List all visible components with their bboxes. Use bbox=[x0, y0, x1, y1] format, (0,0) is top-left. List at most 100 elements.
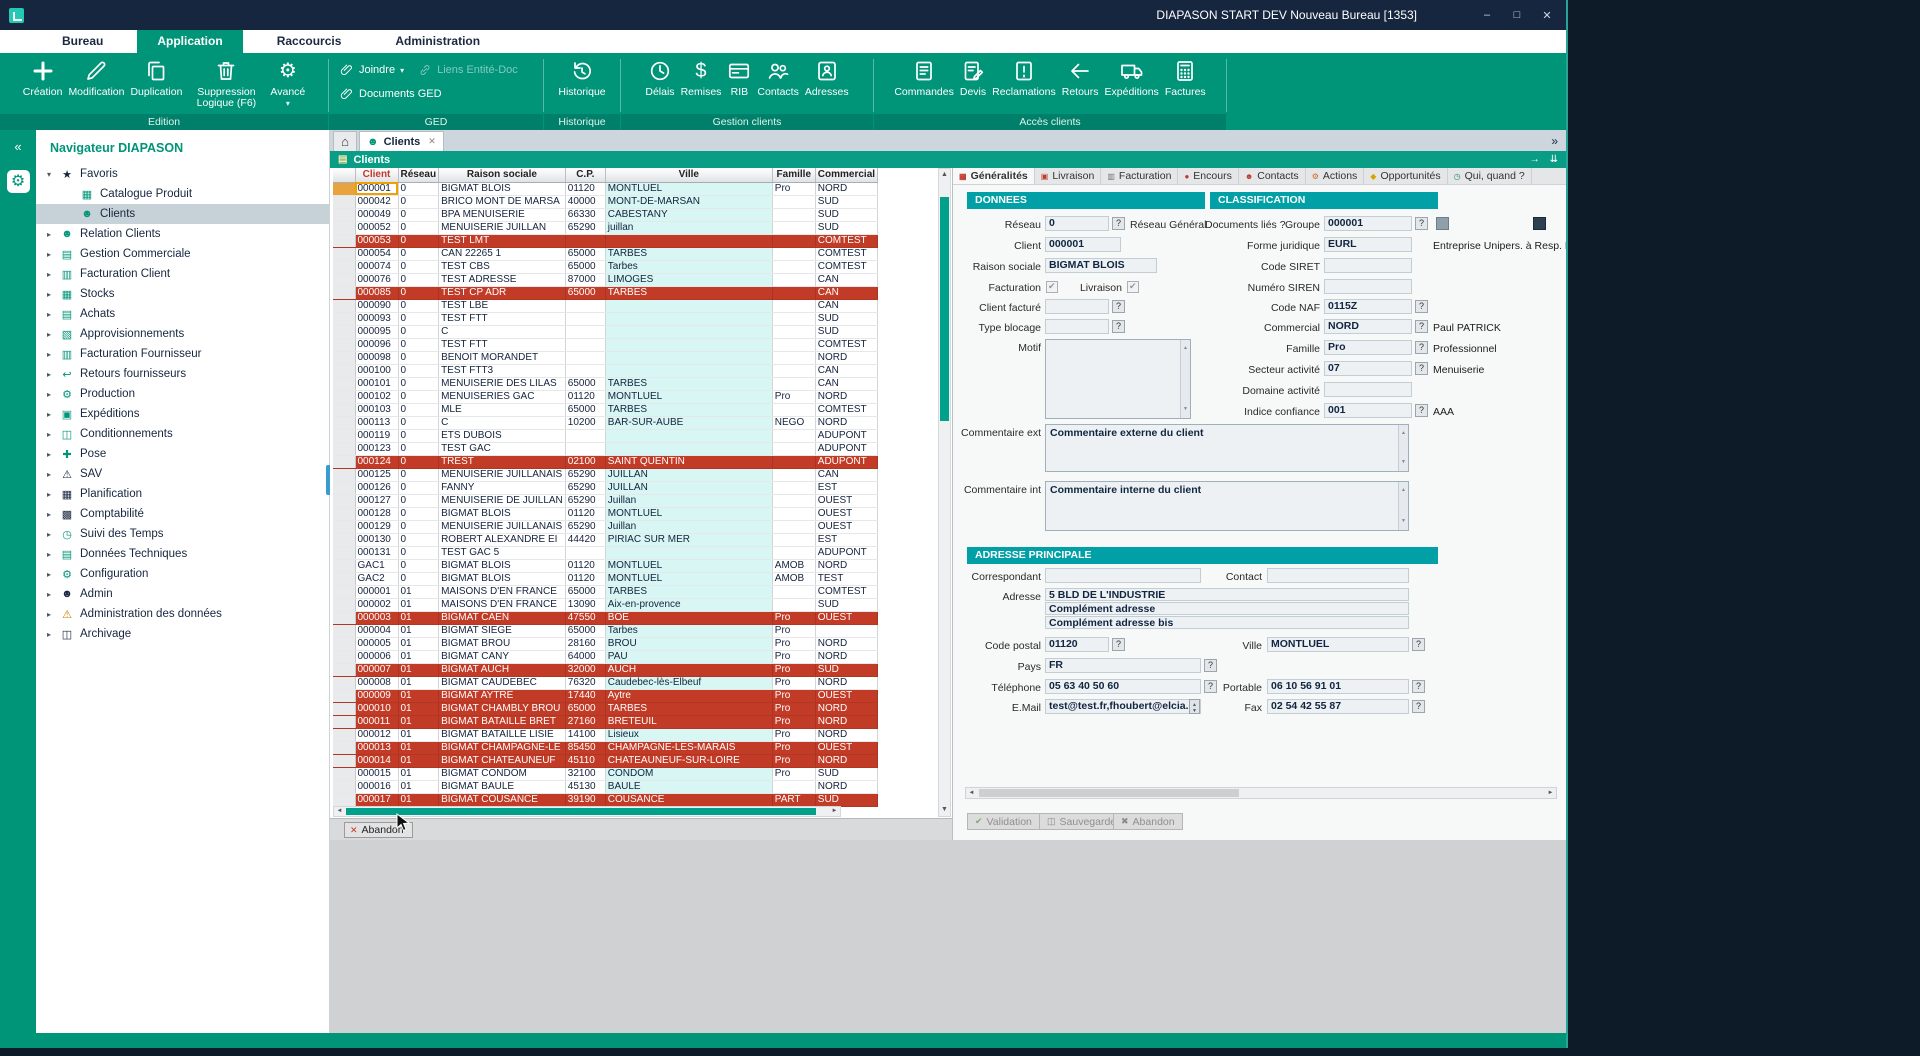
grid-cell[interactable]: 000126 bbox=[355, 481, 398, 494]
table-row[interactable]: 00000601BIGMAT CANY64000PAUProNORD bbox=[333, 650, 878, 663]
grid-cell[interactable]: BRICO MONT DE MARSA bbox=[439, 195, 566, 208]
grid-cell[interactable]: SUD bbox=[815, 663, 877, 676]
grid-cell[interactable]: 02100 bbox=[565, 455, 605, 468]
tab-actions[interactable]: ⚙Actions bbox=[1306, 168, 1365, 184]
grid-cell[interactable]: 01 bbox=[398, 767, 439, 780]
row-selector[interactable] bbox=[333, 481, 355, 494]
grid-cell[interactable]: 0 bbox=[398, 260, 439, 273]
grid-cell[interactable]: COMTEST bbox=[815, 403, 877, 416]
table-row[interactable]: 00000201MAISONS D'EN FRANCE13090Aix-en-p… bbox=[333, 598, 878, 611]
help-button[interactable] bbox=[1204, 659, 1217, 672]
table-row[interactable]: 00001501BIGMAT CONDOM32100CONDOMProSUD bbox=[333, 767, 878, 780]
sidebar-item-approvisionnements[interactable]: ▸▧Approvisionnements bbox=[36, 324, 329, 344]
row-selector[interactable] bbox=[333, 741, 355, 754]
row-selector[interactable] bbox=[333, 520, 355, 533]
grid-cell[interactable]: 01120 bbox=[565, 559, 605, 572]
scroll-thumb[interactable] bbox=[979, 789, 1239, 797]
grid-cell[interactable]: AMOB bbox=[772, 572, 815, 585]
expand-down-icon[interactable]: ⇊ bbox=[1550, 154, 1558, 165]
grid-cell[interactable]: 65290 bbox=[565, 520, 605, 533]
grid-cell[interactable]: 65290 bbox=[565, 221, 605, 234]
grid-cell[interactable]: 40000 bbox=[565, 195, 605, 208]
grid-cell[interactable]: 85450 bbox=[565, 741, 605, 754]
grid-cell[interactable] bbox=[772, 195, 815, 208]
chevron-right-icon[interactable]: ▸ bbox=[44, 590, 54, 599]
grid-cell[interactable]: 01 bbox=[398, 715, 439, 728]
grid-cell[interactable]: 000101 bbox=[355, 377, 398, 390]
grid-cell[interactable]: BIGMAT CHAMPAGNE-LE bbox=[439, 741, 566, 754]
column-header-ville[interactable]: Ville bbox=[605, 168, 772, 182]
grid-cell[interactable]: TEST bbox=[815, 572, 877, 585]
table-row[interactable]: 00000901BIGMAT AYTRE17440AytreProOUEST bbox=[333, 689, 878, 702]
factures-button[interactable]: Factures bbox=[1162, 56, 1209, 100]
grid-cell[interactable] bbox=[772, 598, 815, 611]
grid-cell[interactable]: 01 bbox=[398, 624, 439, 637]
row-selector[interactable] bbox=[333, 338, 355, 351]
grid-cell[interactable] bbox=[772, 312, 815, 325]
column-header-raison-sociale[interactable]: Raison sociale bbox=[439, 168, 566, 182]
grid-cell[interactable]: 000102 bbox=[355, 390, 398, 403]
suppression-logique-f6-button[interactable]: Suppression Logique (F6) bbox=[185, 56, 267, 111]
sidebar-item-retours-fournisseurs[interactable]: ▸↩Retours fournisseurs bbox=[36, 364, 329, 384]
grid-cell[interactable]: Pro bbox=[772, 390, 815, 403]
table-row[interactable]: 0000760TEST ADRESSE87000LIMOGESCAN bbox=[333, 273, 878, 286]
code-naf-input[interactable]: 0115Z bbox=[1324, 299, 1412, 314]
table-row[interactable]: 0001260FANNY65290JUILLANEST bbox=[333, 481, 878, 494]
grid-cell[interactable]: Pro bbox=[772, 663, 815, 676]
grid-cell[interactable]: 000093 bbox=[355, 312, 398, 325]
grid-cell[interactable] bbox=[772, 429, 815, 442]
grid-cell[interactable]: 0 bbox=[398, 455, 439, 468]
grid-cell[interactable]: 01 bbox=[398, 702, 439, 715]
grid-cell[interactable]: BIGMAT BLOIS bbox=[439, 559, 566, 572]
group-grid-button[interactable] bbox=[1436, 217, 1449, 230]
grid-cell[interactable]: MENUISERIE DES LILAS bbox=[439, 377, 566, 390]
row-selector[interactable] bbox=[333, 585, 355, 598]
retours-button[interactable]: Retours bbox=[1059, 56, 1102, 100]
grid-cell[interactable]: MAISONS D'EN FRANCE bbox=[439, 598, 566, 611]
grid-cell[interactable]: 000002 bbox=[355, 598, 398, 611]
grid-cell[interactable]: OUEST bbox=[815, 689, 877, 702]
grid-cell[interactable]: 000009 bbox=[355, 689, 398, 702]
grid-cell[interactable]: 45130 bbox=[565, 780, 605, 793]
help-button[interactable] bbox=[1415, 300, 1428, 313]
chevron-right-icon[interactable]: ▸ bbox=[44, 390, 54, 399]
row-selector[interactable] bbox=[333, 351, 355, 364]
grid-cell[interactable]: 000015 bbox=[355, 767, 398, 780]
grid-cell[interactable]: Pro bbox=[772, 611, 815, 624]
grid-cell[interactable] bbox=[565, 312, 605, 325]
grid-cell[interactable]: TARBES bbox=[605, 702, 772, 715]
grid-cell[interactable]: MENUISERIES GAC bbox=[439, 390, 566, 403]
grid-cell[interactable]: COMTEST bbox=[815, 585, 877, 598]
grid-cell[interactable]: Lisieux bbox=[605, 728, 772, 741]
indice-confiance-input[interactable]: 001 bbox=[1324, 403, 1412, 418]
row-selector[interactable] bbox=[333, 416, 355, 429]
grid-cell[interactable]: 000042 bbox=[355, 195, 398, 208]
commentaire-ext-textarea[interactable]: Commentaire externe du client ▲▼ bbox=[1045, 424, 1409, 472]
textarea-scrollbar[interactable]: ▲▼ bbox=[1398, 482, 1408, 530]
grid-cell[interactable]: 01 bbox=[398, 754, 439, 767]
grid-cell[interactable]: TARBES bbox=[605, 286, 772, 299]
grid-cell[interactable]: OUEST bbox=[815, 507, 877, 520]
grid-cell[interactable]: 000017 bbox=[355, 793, 398, 806]
creation-button[interactable]: Création bbox=[20, 56, 66, 100]
help-button[interactable] bbox=[1415, 362, 1428, 375]
grid-cell[interactable]: 000053 bbox=[355, 234, 398, 247]
grid-cell[interactable]: MONTLUEL bbox=[605, 559, 772, 572]
sidebar-item-facturation-fournisseur[interactable]: ▸▥Facturation Fournisseur bbox=[36, 344, 329, 364]
numero-siren-input[interactable] bbox=[1324, 279, 1412, 294]
domaine-activite-input[interactable] bbox=[1324, 382, 1412, 397]
grid-cell[interactable]: 0 bbox=[398, 520, 439, 533]
table-row[interactable]: 0000540CAN 22265 165000TARBESCOMTEST bbox=[333, 247, 878, 260]
modification-button[interactable]: Modification bbox=[65, 56, 127, 100]
grid-cell[interactable]: 000103 bbox=[355, 403, 398, 416]
grid-cell[interactable]: 000012 bbox=[355, 728, 398, 741]
grid-cell[interactable]: COUSANCE bbox=[605, 793, 772, 806]
grid-cell[interactable]: AUCH bbox=[605, 663, 772, 676]
grid-cell[interactable]: 0 bbox=[398, 481, 439, 494]
adresse-line2-input[interactable]: Complément adresse bbox=[1045, 602, 1409, 615]
grid-cell[interactable]: BIGMAT CONDOM bbox=[439, 767, 566, 780]
grid-cell[interactable]: TEST GAC 5 bbox=[439, 546, 566, 559]
grid-cell[interactable] bbox=[605, 351, 772, 364]
row-selector[interactable] bbox=[333, 403, 355, 416]
help-button[interactable] bbox=[1415, 341, 1428, 354]
